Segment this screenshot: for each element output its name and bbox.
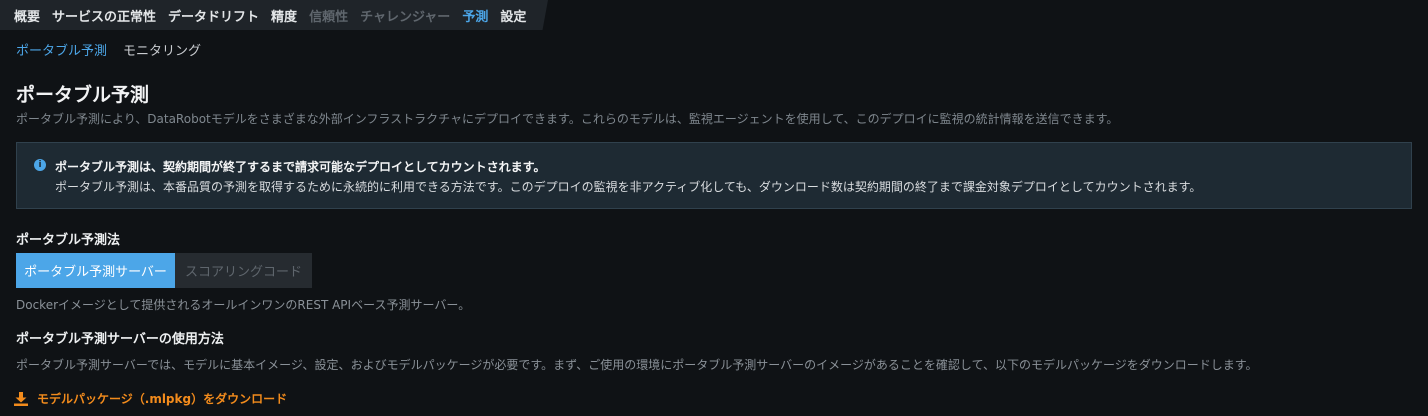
tab-data-drift[interactable]: データドリフト [168, 6, 259, 25]
tab-service-health[interactable]: サービスの正常性 [52, 6, 156, 25]
notice-body: ポータブル予測は、本番品質の予測を取得するために永続的に利用できる方法です。この… [55, 180, 1202, 194]
predictions-subnav: ポータブル予測 モニタリング [16, 40, 201, 59]
usage-text: ポータブル予測サーバーでは、モデルに基本イメージ、設定、およびモデルパッケージが… [16, 358, 1258, 372]
method-toggle: ポータブル予測サーバー スコアリングコード [16, 253, 312, 288]
notice-title: ポータブル予測は、契約期間が終了するまで請求可能なデプロイとしてカウントされます… [55, 160, 546, 174]
page-title: ポータブル予測 [16, 84, 150, 106]
tab-challengers[interactable]: チャレンジャー [360, 6, 450, 25]
tab-overview[interactable]: 概要 [14, 6, 40, 25]
scoring-code-button[interactable]: スコアリングコード [175, 253, 312, 288]
tab-accuracy[interactable]: 精度 [271, 6, 297, 25]
download-model-package-link[interactable]: モデルパッケージ（.mlpkg）をダウンロード [14, 390, 287, 407]
tab-reliability[interactable]: 信頼性 [309, 6, 348, 25]
tab-settings[interactable]: 設定 [500, 6, 526, 25]
usage-heading: ポータブル予測サーバーの使用方法 [16, 332, 224, 347]
download-icon [14, 391, 28, 406]
page-description: ポータブル予測により、DataRobotモデルをさまざまな外部インフラストラクチ… [16, 112, 1119, 126]
server-description: Dockerイメージとして提供されるオールインワンのREST APIベース予測サ… [16, 298, 471, 312]
portable-prediction-server-button[interactable]: ポータブル予測サーバー [16, 253, 175, 288]
deployment-tab-bar: 概要 サービスの正常性 データドリフト 精度 信頼性 チャレンジャー 予測 設定 [0, 0, 548, 30]
download-label: モデルパッケージ（.mlpkg）をダウンロード [37, 392, 288, 406]
subnav-monitoring[interactable]: モニタリング [123, 40, 201, 59]
info-icon: i [34, 159, 46, 171]
billing-notice: i ポータブル予測は、契約期間が終了するまで請求可能なデプロイとしてカウントされ… [16, 142, 1412, 209]
method-label: ポータブル予測法 [16, 233, 121, 248]
subnav-portable-predictions[interactable]: ポータブル予測 [16, 40, 107, 59]
tab-predictions[interactable]: 予測 [462, 6, 488, 25]
